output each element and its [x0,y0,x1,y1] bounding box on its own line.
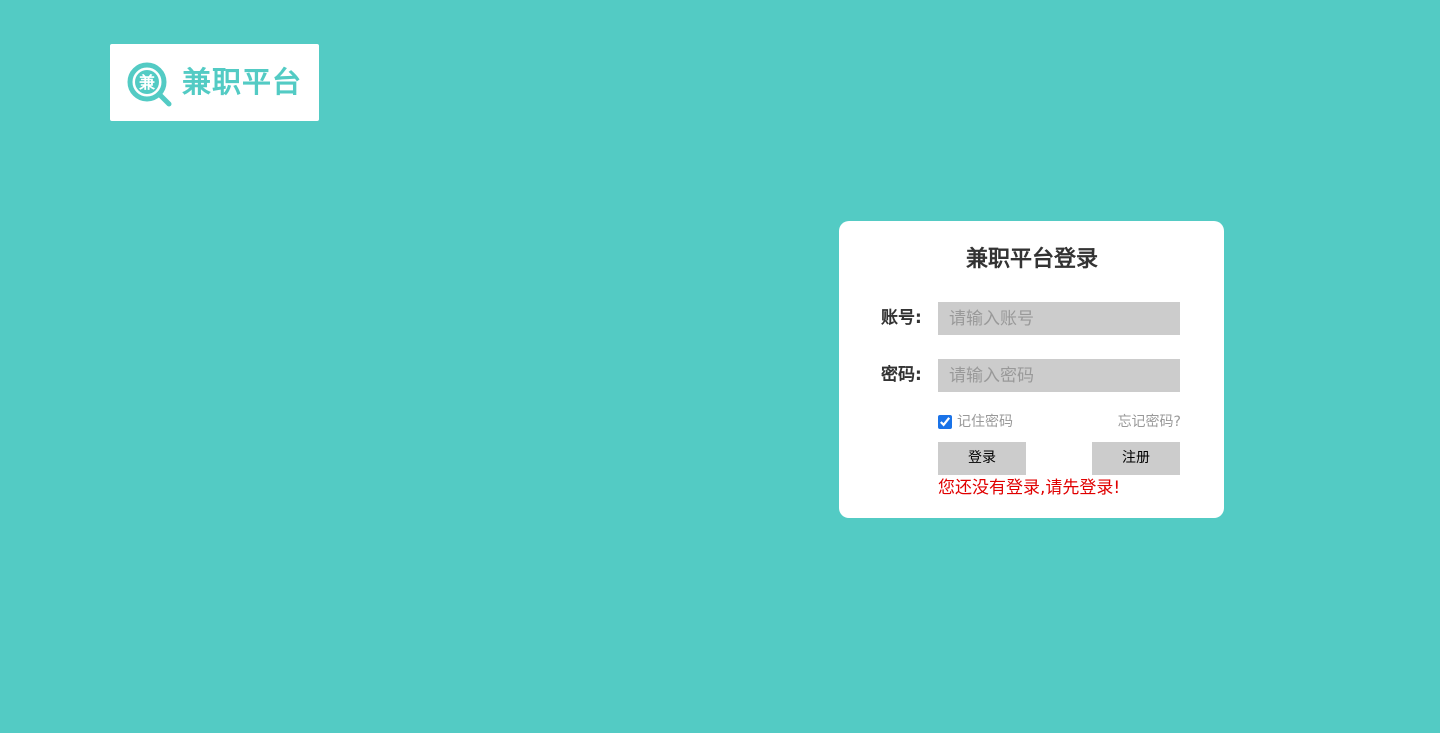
login-page: 兼 兼职平台 兼职平台登录 账号: 密码: 记住密码 忘记密码? 登录 注册 您… [0,0,1440,733]
register-button[interactable]: 注册 [1092,442,1180,475]
password-label: 密码: [881,365,922,385]
account-input[interactable] [938,302,1180,335]
logo-icon-char: 兼 [139,73,155,92]
login-title: 兼职平台登录 [965,247,1098,272]
remember-password: 记住密码 [938,412,1013,432]
logo-text: 兼职平台 [182,65,303,99]
login-panel: 兼职平台登录 账号: 密码: 记住密码 忘记密码? 登录 注册 您还没有登录,请… [839,221,1224,518]
login-button[interactable]: 登录 [938,442,1026,475]
login-warning: 您还没有登录,请先登录! [938,478,1121,498]
forgot-password-link[interactable]: 忘记密码? [1101,412,1181,432]
password-input[interactable] [938,359,1180,392]
remember-password-label[interactable]: 记住密码 [957,412,1013,432]
logo[interactable]: 兼 兼职平台 [110,44,319,121]
search-logo-icon: 兼 [127,62,172,107]
remember-password-checkbox[interactable] [938,415,952,429]
account-label: 账号: [881,308,922,328]
